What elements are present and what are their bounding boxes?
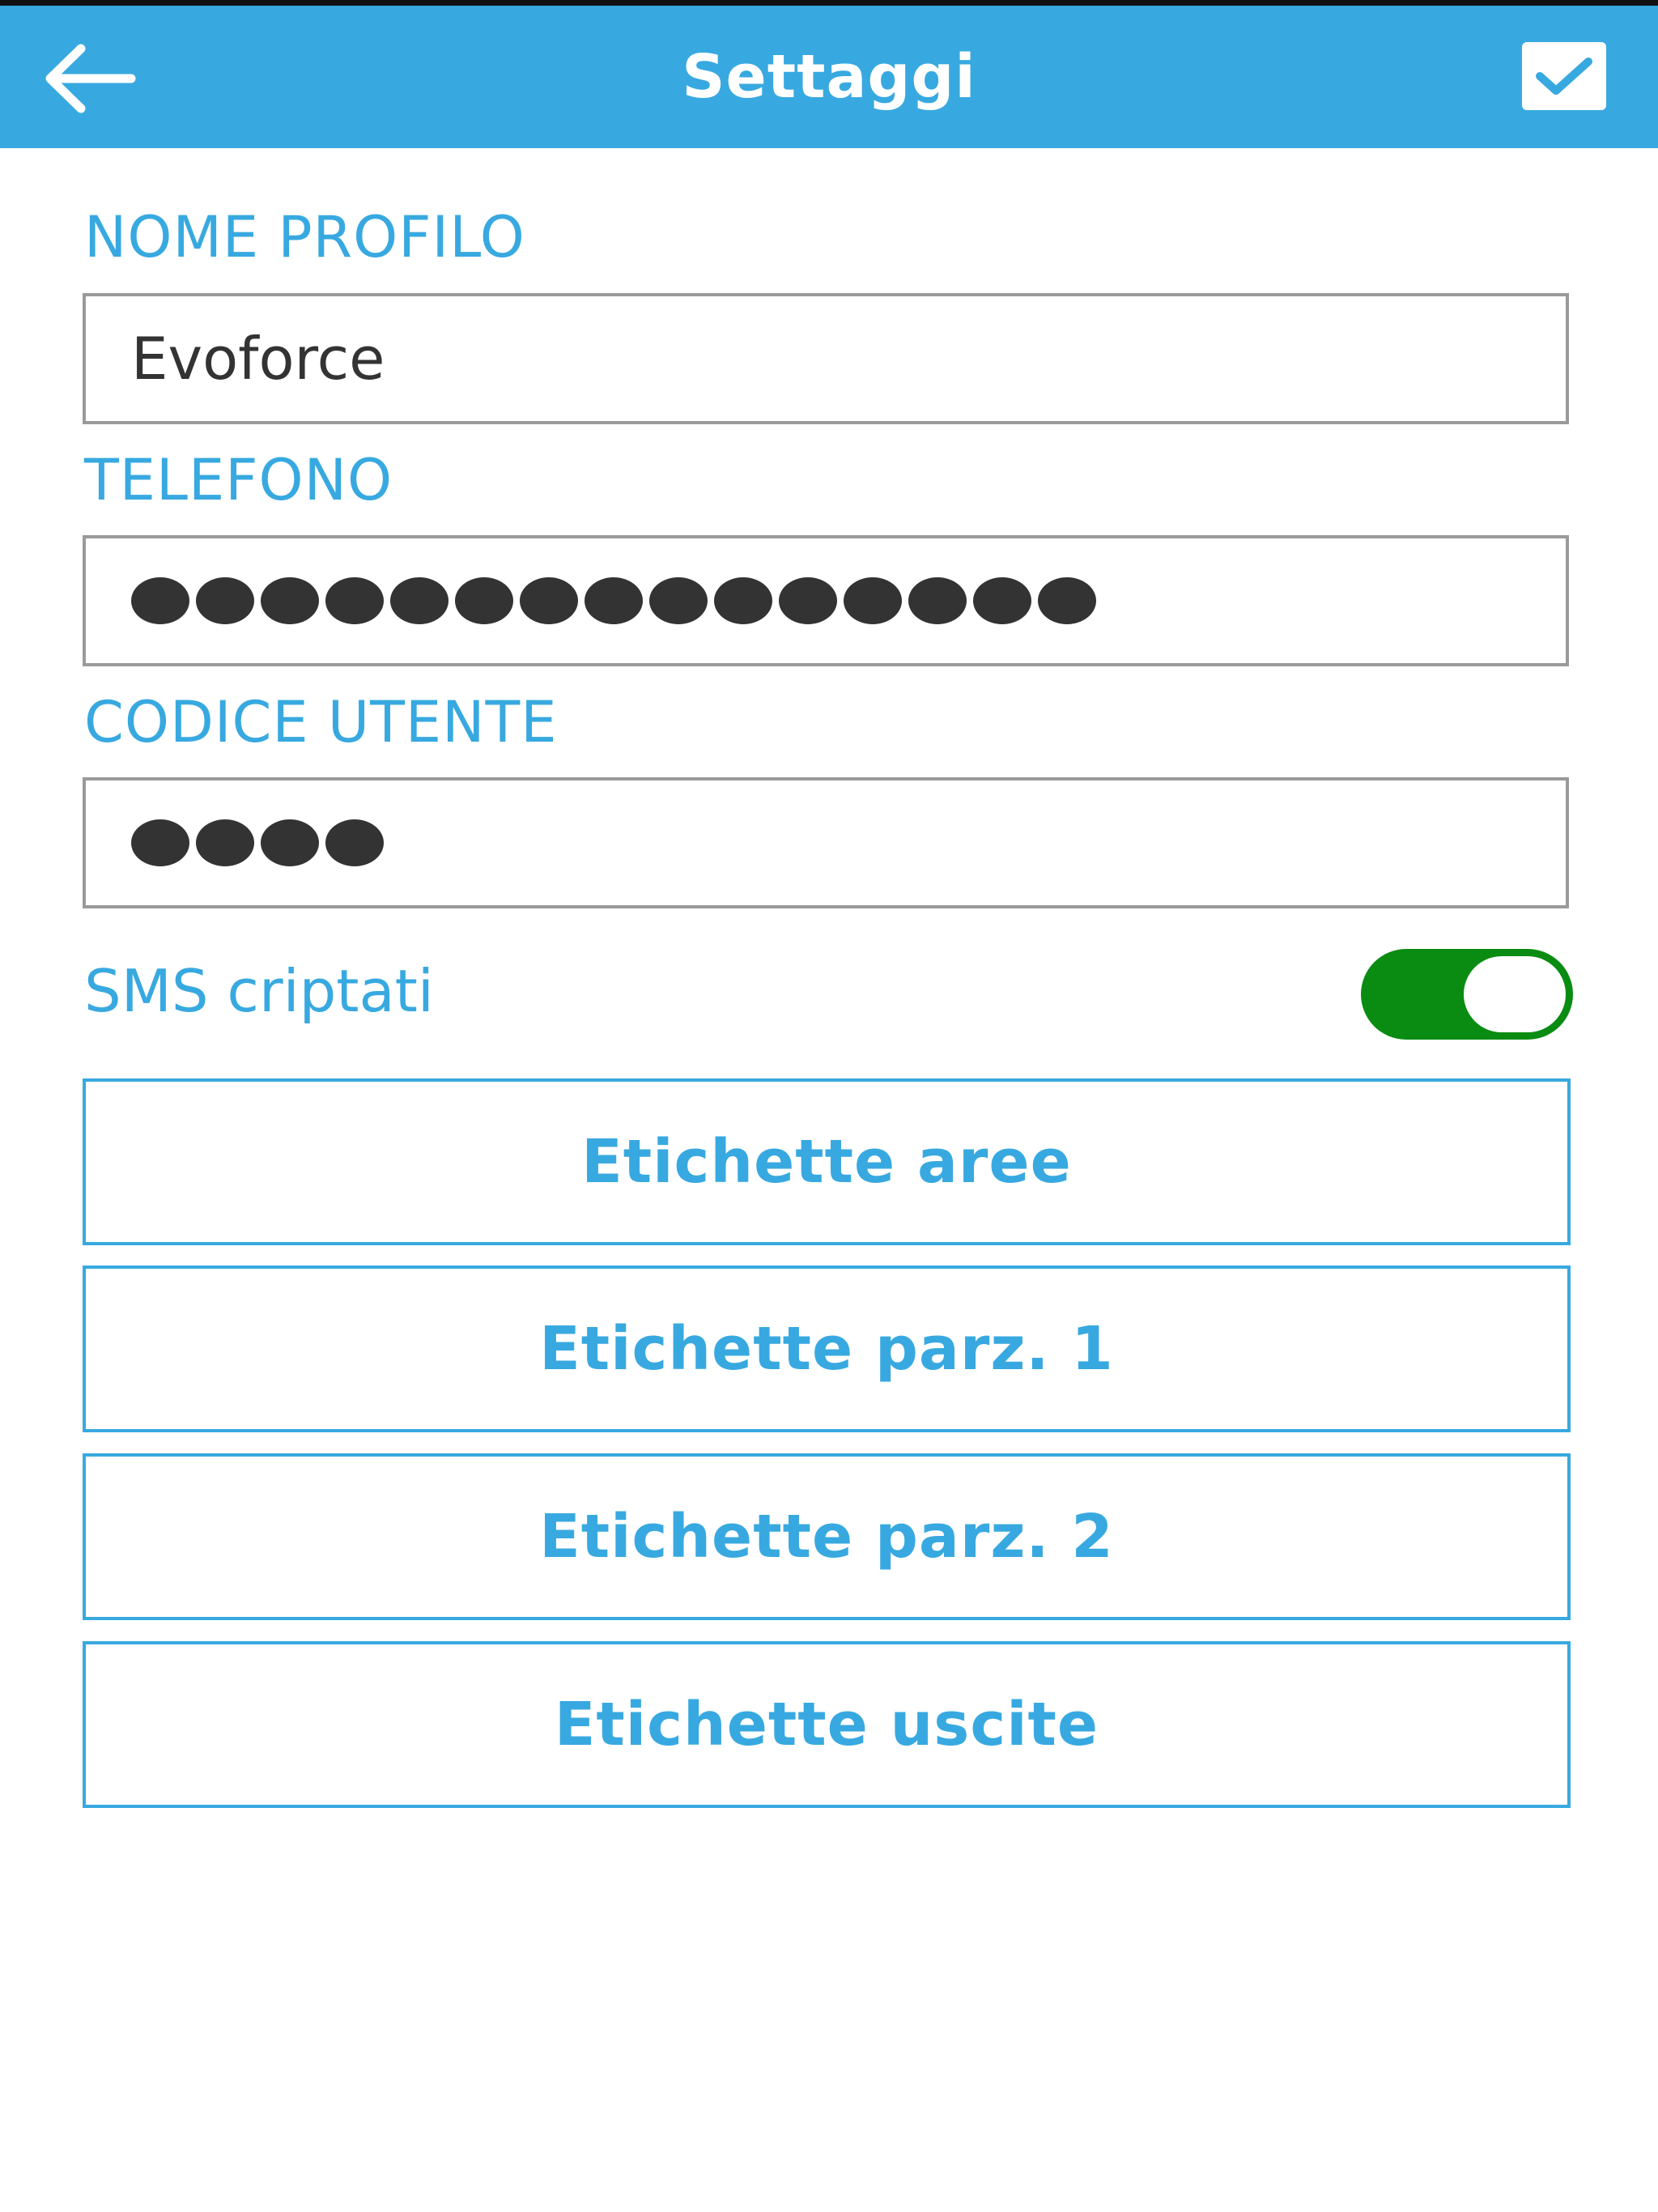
phone-label: TELEFONO bbox=[84, 447, 393, 513]
mask-dot bbox=[390, 577, 449, 624]
mask-dot bbox=[196, 577, 254, 624]
profile-name-label: NOME PROFILO bbox=[84, 204, 525, 270]
profile-name-value: Evoforce bbox=[131, 325, 385, 393]
mask-dot bbox=[325, 819, 384, 866]
toggle-knob bbox=[1461, 954, 1568, 1035]
mask-dot bbox=[196, 819, 254, 866]
user-code-label: CODICE UTENTE bbox=[84, 689, 558, 755]
phone-masked-value bbox=[131, 577, 1096, 624]
mask-dot bbox=[325, 577, 384, 624]
back-button[interactable] bbox=[32, 30, 146, 127]
mask-dot bbox=[585, 577, 643, 624]
mask-dot bbox=[1038, 577, 1096, 624]
mask-dot bbox=[455, 577, 513, 624]
user-code-masked-value bbox=[131, 819, 384, 866]
mask-dot bbox=[261, 577, 319, 624]
area-labels-button[interactable]: Etichette aree bbox=[83, 1078, 1571, 1245]
mask-dot bbox=[779, 577, 837, 624]
partial2-labels-button[interactable]: Etichette parz. 2 bbox=[83, 1453, 1571, 1620]
sms-encrypted-toggle[interactable] bbox=[1361, 949, 1573, 1040]
confirm-button[interactable] bbox=[1522, 42, 1606, 110]
app-header: Settaggi bbox=[0, 6, 1658, 148]
page-title: Settaggi bbox=[682, 42, 976, 112]
user-code-input[interactable] bbox=[83, 777, 1569, 908]
mask-dot bbox=[261, 819, 319, 866]
sms-encrypted-label: SMS criptati bbox=[84, 957, 434, 1025]
mask-dot bbox=[908, 577, 967, 624]
arrow-left-icon bbox=[45, 44, 136, 113]
mask-dot bbox=[131, 819, 189, 866]
mask-dot bbox=[973, 577, 1031, 624]
mask-dot bbox=[649, 577, 708, 624]
mask-dot bbox=[520, 577, 578, 624]
checkbox-check-icon bbox=[1536, 57, 1592, 95]
phone-input[interactable] bbox=[83, 535, 1569, 666]
mask-dot bbox=[714, 577, 772, 624]
mask-dot bbox=[131, 577, 189, 624]
partial1-labels-button[interactable]: Etichette parz. 1 bbox=[83, 1266, 1571, 1432]
mask-dot bbox=[844, 577, 902, 624]
output-labels-button[interactable]: Etichette uscite bbox=[83, 1641, 1571, 1808]
profile-name-input[interactable]: Evoforce bbox=[83, 293, 1569, 424]
status-strip bbox=[0, 0, 1658, 6]
